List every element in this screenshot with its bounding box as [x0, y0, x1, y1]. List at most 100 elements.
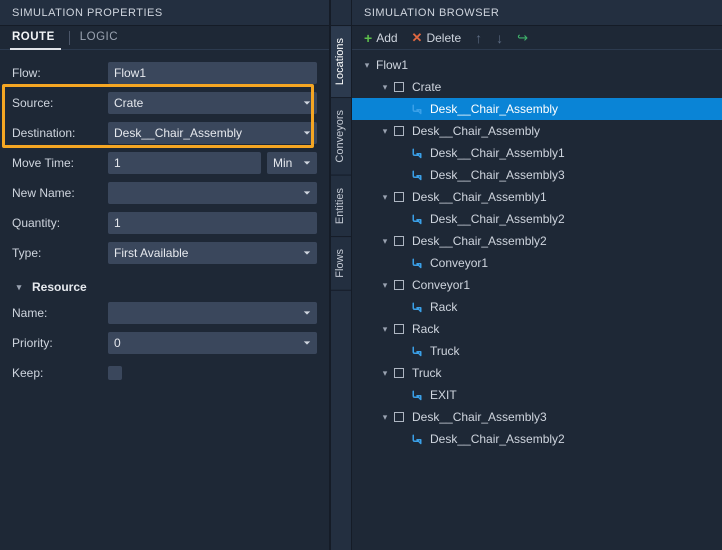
destination-field[interactable]: Desk__Chair_Assembly — [108, 122, 317, 144]
browser-toolbar: + Add ✕ Delete ↑ ↓ ↪ — [352, 26, 722, 50]
name-label: Name: — [12, 306, 102, 320]
newname-input[interactable] — [114, 186, 311, 200]
row-keep: Keep: — [12, 358, 317, 388]
keep-checkbox[interactable] — [108, 366, 122, 380]
location-icon — [392, 322, 406, 336]
destination-label: Destination: — [12, 126, 102, 140]
tree-row[interactable]: Desk__Chair_Assembly — [352, 98, 722, 120]
name-input[interactable] — [114, 306, 311, 320]
tree-row[interactable]: Desk__Chair_Assembly1 — [352, 186, 722, 208]
route-arrow-icon — [410, 146, 424, 160]
chevron-down-icon — [303, 246, 311, 260]
properties-tabs: ROUTE LOGIC — [0, 26, 329, 50]
arrow-down-icon: ↓ — [496, 31, 503, 45]
collapse-icon[interactable] — [378, 192, 392, 203]
tree-row[interactable]: Desk__Chair_Assembly — [352, 120, 722, 142]
destination-value: Desk__Chair_Assembly — [114, 126, 242, 140]
collapse-icon[interactable] — [378, 412, 392, 423]
share-button[interactable]: ↪ — [511, 28, 534, 48]
location-icon — [392, 278, 406, 292]
movetime-unit-value: Min — [273, 156, 292, 170]
properties-body: Flow: Source: Crate Destination: Desk__C… — [0, 50, 329, 550]
flow-label: Flow: — [12, 66, 102, 80]
collapse-icon[interactable] — [378, 368, 392, 379]
resource-section-header[interactable]: Resource — [12, 280, 317, 294]
tree-row[interactable]: Desk__Chair_Assembly3 — [352, 164, 722, 186]
tree-row[interactable]: Truck — [352, 362, 722, 384]
row-flow: Flow: — [12, 58, 317, 88]
move-down-button[interactable]: ↓ — [490, 29, 509, 47]
x-icon: ✕ — [412, 30, 423, 46]
resource-header-label: Resource — [32, 280, 87, 294]
movetime-field[interactable] — [108, 152, 261, 174]
side-tab-conveyors[interactable]: Conveyors — [331, 98, 351, 176]
tree-row[interactable]: Crate — [352, 76, 722, 98]
route-arrow-icon — [410, 102, 424, 116]
flow-input[interactable] — [114, 66, 311, 80]
tree-row[interactable]: Desk__Chair_Assembly1 — [352, 142, 722, 164]
priority-input[interactable] — [114, 336, 311, 350]
source-value: Crate — [114, 96, 143, 110]
chevron-down-icon — [303, 126, 311, 140]
tree-row[interactable]: Desk__Chair_Assembly2 — [352, 208, 722, 230]
tree-row-label: EXIT — [430, 388, 457, 402]
route-arrow-icon — [410, 344, 424, 358]
quantity-input[interactable] — [114, 216, 311, 230]
plus-icon: + — [364, 30, 372, 46]
quantity-field[interactable] — [108, 212, 317, 234]
tree-row[interactable]: Desk__Chair_Assembly2 — [352, 428, 722, 450]
tree-row-label: Desk__Chair_Assembly1 — [430, 146, 565, 160]
collapse-icon[interactable] — [378, 280, 392, 291]
movetime-label: Move Time: — [12, 156, 102, 170]
move-up-button[interactable]: ↑ — [469, 29, 488, 47]
tree-row[interactable]: Flow1 — [352, 54, 722, 76]
name-field[interactable] — [108, 302, 317, 324]
row-name: Name: — [12, 298, 317, 328]
keep-label: Keep: — [12, 366, 102, 380]
tree-row[interactable]: EXIT — [352, 384, 722, 406]
side-tab-flows[interactable]: Flows — [331, 237, 351, 291]
tree-row-label: Desk__Chair_Assembly2 — [430, 432, 565, 446]
source-field[interactable]: Crate — [108, 92, 317, 114]
tree-row[interactable]: Rack — [352, 296, 722, 318]
delete-button[interactable]: ✕ Delete — [406, 28, 468, 48]
tree-row-label: Desk__Chair_Assembly1 — [412, 190, 547, 204]
tree-view[interactable]: Flow1 Crate Desk__Chair_Assembly Desk__Chai… — [352, 50, 722, 550]
add-button[interactable]: + Add — [358, 28, 404, 48]
row-movetime: Move Time: Min — [12, 148, 317, 178]
tree-row[interactable]: Conveyor1 — [352, 252, 722, 274]
add-label: Add — [376, 31, 397, 45]
collapse-icon[interactable] — [378, 126, 392, 137]
route-arrow-icon — [410, 212, 424, 226]
tree-row[interactable]: Desk__Chair_Assembly2 — [352, 230, 722, 252]
type-field[interactable]: First Available — [108, 242, 317, 264]
tree-row[interactable]: Rack — [352, 318, 722, 340]
tab-logic[interactable]: LOGIC — [76, 27, 126, 49]
tree-row[interactable]: Desk__Chair_Assembly3 — [352, 406, 722, 428]
row-newname: New Name: — [12, 178, 317, 208]
quantity-label: Quantity: — [12, 216, 102, 230]
tree-row-label: Crate — [412, 80, 441, 94]
collapse-icon[interactable] — [360, 60, 374, 71]
flow-field[interactable] — [108, 62, 317, 84]
collapse-icon[interactable] — [378, 82, 392, 93]
chevron-down-icon — [303, 336, 311, 350]
browser-panel-title: SIMULATION BROWSER — [352, 0, 722, 26]
movetime-unit-field[interactable]: Min — [267, 152, 317, 174]
newname-field[interactable] — [108, 182, 317, 204]
priority-label: Priority: — [12, 336, 102, 350]
side-tab-locations[interactable]: Locations — [331, 26, 351, 98]
tree-row[interactable]: Conveyor1 — [352, 274, 722, 296]
tree-row[interactable]: Truck — [352, 340, 722, 362]
side-tab-entities[interactable]: Entities — [331, 176, 351, 237]
collapse-icon[interactable] — [378, 236, 392, 247]
location-icon — [392, 124, 406, 138]
delete-label: Delete — [426, 31, 461, 45]
location-icon — [392, 366, 406, 380]
tab-route[interactable]: ROUTE — [8, 27, 63, 49]
collapse-icon[interactable] — [378, 324, 392, 335]
tree-row-label: Desk__Chair_Assembly — [430, 102, 558, 116]
priority-field[interactable] — [108, 332, 317, 354]
row-priority: Priority: — [12, 328, 317, 358]
movetime-input[interactable] — [114, 156, 255, 170]
